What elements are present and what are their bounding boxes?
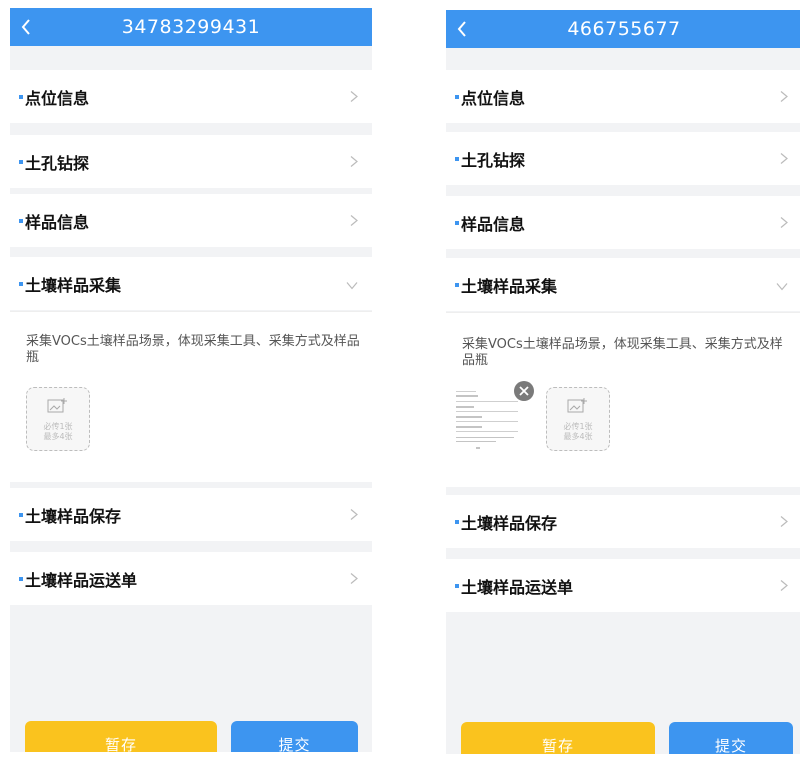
chevron-down-icon xyxy=(346,274,358,293)
section-label: 土壤样品保存 xyxy=(461,513,558,533)
header-bar: 34783299431 xyxy=(10,8,372,46)
section-label: 土壤样品运送单 xyxy=(25,570,138,590)
section-label: 土壤样品采集 xyxy=(461,276,558,296)
section-sample-info[interactable]: 样品信息 xyxy=(10,194,372,247)
page-title: 34783299431 xyxy=(121,16,261,38)
section-label: 土孔钻探 xyxy=(25,153,90,173)
section-marker xyxy=(455,583,459,588)
back-icon[interactable] xyxy=(456,10,468,48)
chevron-right-icon xyxy=(780,87,788,106)
submit-button[interactable]: 提交 xyxy=(231,721,358,752)
section-marker xyxy=(19,281,23,286)
section-marker xyxy=(455,220,459,225)
chevron-right-icon xyxy=(780,512,788,531)
save-draft-button[interactable]: 暂存 xyxy=(25,721,217,752)
section-label: 土壤样品采集 xyxy=(25,275,122,295)
chevron-right-icon xyxy=(350,87,358,106)
chevron-right-icon xyxy=(350,152,358,171)
section-label: 土壤样品运送单 xyxy=(461,577,574,597)
photo-upload-button[interactable]: 必传1张 最多4张 xyxy=(546,387,610,451)
section-soil-sample-transport[interactable]: 土壤样品运送单 xyxy=(10,552,372,605)
section-soil-sample-transport[interactable]: 土壤样品运送单 xyxy=(446,559,800,612)
page-title: 466755677 xyxy=(567,18,681,40)
back-icon[interactable] xyxy=(20,8,32,46)
section-label: 点位信息 xyxy=(461,88,526,108)
section-marker xyxy=(455,519,459,524)
remove-photo-icon[interactable] xyxy=(514,381,534,401)
section-label: 土壤样品保存 xyxy=(25,506,122,526)
image-add-icon xyxy=(47,398,67,413)
section-marker xyxy=(19,512,23,517)
section-point-info[interactable]: 点位信息 xyxy=(446,70,800,123)
section-soil-sample-storage[interactable]: 土壤样品保存 xyxy=(10,488,372,541)
collection-description: 采集VOCs土壤样品场景，体现采集工具、采集方式及样品瓶 xyxy=(462,337,783,368)
section-marker xyxy=(19,159,23,164)
section-soil-drilling[interactable]: 土孔钻探 xyxy=(446,132,800,185)
photo-upload-button[interactable]: 必传1张 最多4张 xyxy=(26,387,90,451)
section-marker xyxy=(19,218,23,223)
section-soil-sample-storage[interactable]: 土壤样品保存 xyxy=(446,495,800,548)
save-draft-button[interactable]: 暂存 xyxy=(461,722,655,754)
chevron-right-icon xyxy=(350,211,358,230)
right-phone-screen: 466755677 点位信息 土孔钻探 样品信息 土壤样品采集 采集VOCs土壤… xyxy=(446,10,800,754)
section-soil-drilling[interactable]: 土孔钻探 xyxy=(10,135,372,188)
image-add-icon xyxy=(567,398,587,413)
chevron-right-icon xyxy=(780,149,788,168)
section-soil-sample-collection[interactable]: 土壤样品采集 xyxy=(10,257,372,310)
uploaded-photo-thumbnail[interactable] xyxy=(452,381,520,451)
section-label: 土孔钻探 xyxy=(461,150,526,170)
sample-collection-panel: 采集VOCs土壤样品场景，体现采集工具、采集方式及样品瓶 必传1张 最多4张 xyxy=(10,311,372,482)
section-sample-info[interactable]: 样品信息 xyxy=(446,196,800,249)
chevron-down-icon xyxy=(776,275,788,294)
section-soil-sample-collection[interactable]: 土壤样品采集 xyxy=(446,258,800,311)
collection-description: 采集VOCs土壤样品场景，体现采集工具、采集方式及样品瓶 xyxy=(26,334,360,365)
section-label: 点位信息 xyxy=(25,88,90,108)
header-bar: 466755677 xyxy=(446,10,800,48)
section-marker xyxy=(19,576,23,581)
sample-collection-panel: 采集VOCs土壤样品场景，体现采集工具、采集方式及样品瓶 必传1张 最多4张 xyxy=(446,312,800,487)
upload-hint: 必传1张 最多4张 xyxy=(43,422,73,441)
section-label: 样品信息 xyxy=(461,214,526,234)
chevron-right-icon xyxy=(350,505,358,524)
section-label: 样品信息 xyxy=(25,212,90,232)
section-marker xyxy=(455,94,459,99)
chevron-right-icon xyxy=(350,569,358,588)
section-marker xyxy=(455,156,459,161)
chevron-right-icon xyxy=(780,213,788,232)
submit-button[interactable]: 提交 xyxy=(669,722,793,754)
section-marker xyxy=(455,282,459,287)
upload-hint: 必传1张 最多4张 xyxy=(563,422,593,441)
section-marker xyxy=(19,94,23,99)
left-phone-screen: 34783299431 点位信息 土孔钻探 样品信息 土壤样品采集 采集VOCs… xyxy=(10,8,372,752)
chevron-right-icon xyxy=(780,576,788,595)
section-point-info[interactable]: 点位信息 xyxy=(10,70,372,123)
